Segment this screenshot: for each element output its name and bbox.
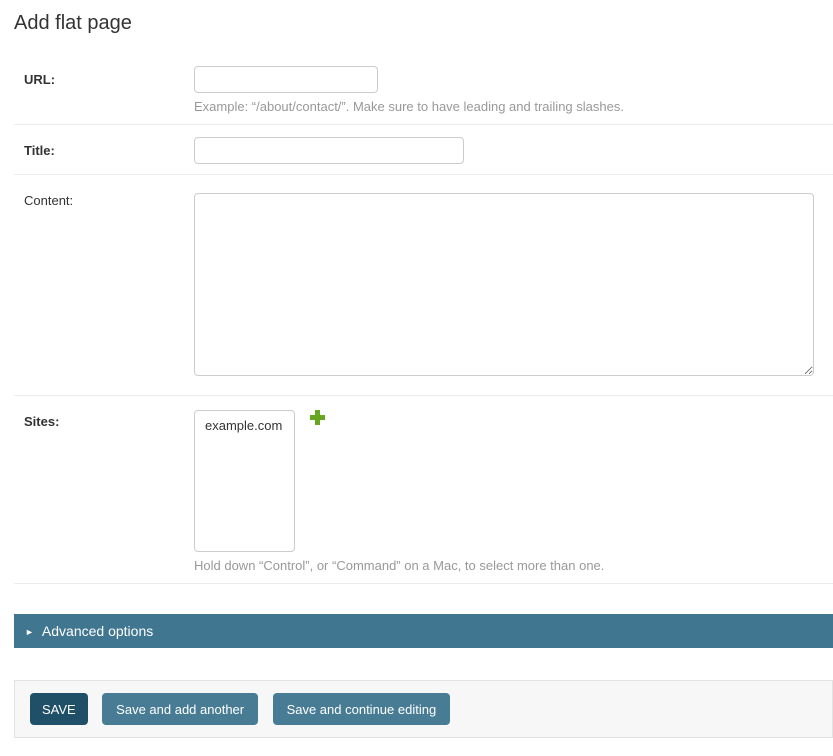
content-textarea[interactable] bbox=[194, 193, 814, 376]
submit-row: SAVE Save and add another Save and conti… bbox=[14, 680, 833, 738]
plus-icon bbox=[309, 409, 326, 426]
sites-label: Sites: bbox=[24, 408, 184, 429]
sites-option[interactable]: example.com bbox=[195, 415, 294, 436]
content-label: Content: bbox=[24, 189, 184, 208]
save-button[interactable]: SAVE bbox=[30, 693, 88, 725]
form-row-title: Title: bbox=[14, 125, 833, 175]
title-label: Title: bbox=[24, 137, 184, 158]
main-content: Add flat page URL: Example: “/about/cont… bbox=[14, 0, 833, 738]
url-field-box: Example: “/about/contact/”. Make sure to… bbox=[194, 66, 833, 114]
url-label: URL: bbox=[24, 66, 184, 87]
advanced-options-label: Advanced options bbox=[42, 623, 153, 639]
add-site-icon[interactable] bbox=[309, 409, 326, 426]
save-and-add-another-button[interactable]: Save and add another bbox=[102, 693, 258, 725]
url-input[interactable] bbox=[194, 66, 378, 93]
sites-field-box: example.com Hold down “Control”, or “Com… bbox=[194, 408, 833, 573]
advanced-options-toggle[interactable]: ► Advanced options bbox=[14, 614, 833, 648]
title-field-box bbox=[194, 137, 833, 164]
flatpage-form: URL: Example: “/about/contact/”. Make su… bbox=[14, 54, 833, 738]
form-row-url: URL: Example: “/about/contact/”. Make su… bbox=[14, 54, 833, 125]
collapse-arrow-icon: ► bbox=[25, 615, 34, 649]
form-row-content: Content: bbox=[14, 175, 833, 396]
page-title: Add flat page bbox=[14, 12, 833, 35]
save-and-continue-editing-button[interactable]: Save and continue editing bbox=[273, 693, 451, 725]
sites-help-text: Hold down “Control”, or “Command” on a M… bbox=[194, 558, 833, 573]
title-input[interactable] bbox=[194, 137, 464, 164]
sites-select[interactable]: example.com bbox=[194, 410, 295, 552]
content-field-box bbox=[194, 189, 833, 379]
form-row-sites: Sites: example.com Hold down “Control”, … bbox=[14, 396, 833, 584]
url-help-text: Example: “/about/contact/”. Make sure to… bbox=[194, 99, 833, 114]
